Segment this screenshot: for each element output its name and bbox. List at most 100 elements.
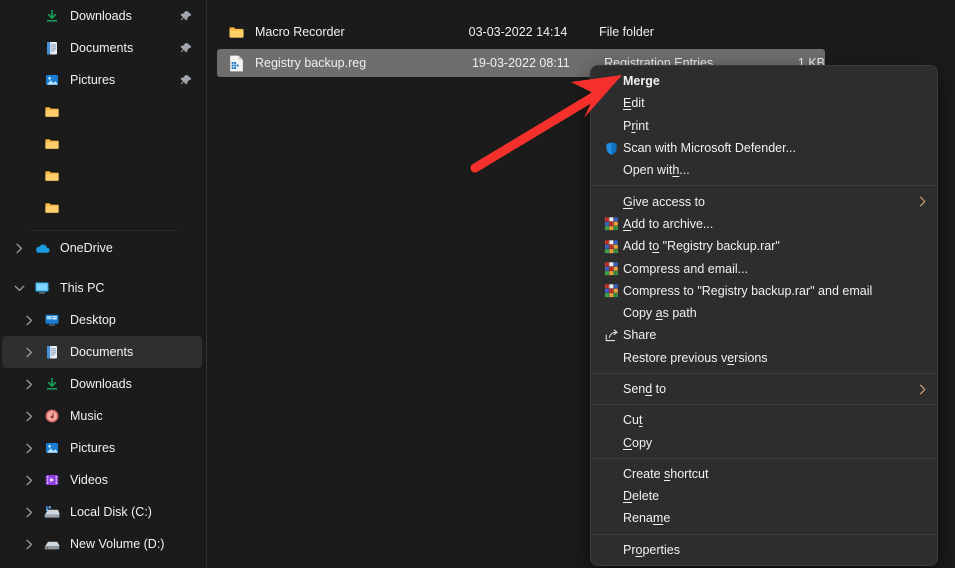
sidebar-item-quick-6[interactable] — [2, 192, 202, 224]
chevron-down-icon[interactable] — [8, 284, 30, 293]
chevron-right-icon[interactable] — [18, 443, 40, 454]
menu-item-send-to[interactable]: Send to — [591, 378, 937, 400]
chevron-right-icon[interactable] — [18, 379, 40, 390]
file-type-cell: File folder — [599, 25, 752, 39]
chevron-right-icon[interactable] — [18, 539, 40, 550]
pin-icon[interactable] — [178, 10, 194, 23]
menu-item-label: Add to archive... — [623, 217, 927, 231]
sidebar-item-documents[interactable]: Documents — [2, 336, 202, 368]
menu-separator — [592, 404, 936, 405]
menu-item-edit[interactable]: Edit — [591, 92, 937, 114]
sidebar-item-label: Downloads — [70, 9, 178, 23]
menu-item-label: Share — [623, 328, 927, 342]
desktop-icon — [40, 312, 64, 328]
music-icon — [40, 408, 64, 424]
menu-item-copy[interactable]: Copy — [591, 431, 937, 453]
file-name-cell: Registry backup.reg — [217, 54, 472, 73]
menu-item-properties[interactable]: Properties — [591, 539, 937, 561]
context-menu[interactable]: Merge Edit Print Scan with Microsoft Def… — [590, 65, 938, 566]
pictures-icon — [40, 440, 64, 456]
file-explorer-window: Downloads Documents Pictures — [0, 0, 955, 568]
sidebar-item-videos[interactable]: Videos — [2, 464, 202, 496]
sidebar-item-onedrive[interactable]: OneDrive — [2, 232, 202, 264]
sidebar-item-label: This PC — [60, 281, 196, 295]
chevron-right-icon[interactable] — [18, 507, 40, 518]
menu-item-share[interactable]: Share — [591, 324, 937, 346]
file-name-cell: Macro Recorder — [217, 24, 469, 41]
menu-item-label: Copy — [623, 436, 927, 450]
nav-separator — [30, 230, 178, 231]
navigation-pane[interactable]: Downloads Documents Pictures — [0, 0, 206, 568]
pin-icon[interactable] — [178, 42, 194, 55]
sidebar-item-label: Downloads — [70, 377, 196, 391]
menu-item-rename[interactable]: Rename — [591, 507, 937, 529]
chevron-right-icon[interactable] — [18, 411, 40, 422]
menu-item-give-access-to[interactable]: Give access to — [591, 190, 937, 212]
menu-item-label: Restore previous versions — [623, 351, 927, 365]
pin-icon[interactable] — [178, 74, 194, 87]
folder-icon — [40, 104, 64, 120]
sidebar-item-quick-2[interactable]: Pictures — [2, 64, 202, 96]
menu-item-label: Give access to — [623, 195, 913, 209]
chevron-right-icon[interactable] — [8, 243, 30, 254]
menu-item-label: Compress to "Registry backup.rar" and em… — [623, 284, 927, 298]
table-row[interactable]: Macro Recorder 03-03-2022 14:14 File fol… — [217, 18, 817, 46]
file-name-text: Registry backup.reg — [255, 56, 366, 70]
sidebar-item-label: Videos — [70, 473, 196, 487]
sidebar-item-label: Music — [70, 409, 196, 423]
menu-item-delete[interactable]: Delete — [591, 485, 937, 507]
sidebar-item-quick-0[interactable]: Downloads — [2, 0, 202, 32]
menu-item-label: Cut — [623, 413, 927, 427]
file-date-cell: 03-03-2022 14:14 — [469, 25, 599, 39]
menu-item-label: Compress and email... — [623, 262, 927, 276]
sidebar-item-pictures[interactable]: Pictures — [2, 432, 202, 464]
menu-item-open-with[interactable]: Open with... — [591, 159, 937, 181]
downloads-icon — [40, 8, 64, 24]
menu-separator — [592, 185, 936, 186]
share-icon — [599, 328, 623, 343]
sidebar-item-new-volume-d[interactable]: New Volume (D:) — [2, 528, 202, 560]
sidebar-item-local-disk-c[interactable]: Local Disk (C:) — [2, 496, 202, 528]
chevron-right-icon[interactable] — [18, 315, 40, 326]
file-list-pane[interactable]: Macro Recorder 03-03-2022 14:14 File fol… — [207, 0, 955, 568]
sidebar-item-this-pc[interactable]: This PC — [2, 272, 202, 304]
sidebar-item-label: Documents — [70, 41, 178, 55]
menu-item-scan-with-microsoft-defender[interactable]: Scan with Microsoft Defender... — [591, 137, 937, 159]
menu-item-print[interactable]: Print — [591, 115, 937, 137]
winrar-icon — [599, 239, 623, 254]
drive-icon — [40, 536, 64, 552]
sidebar-item-label: Desktop — [70, 313, 196, 327]
navigation-pane-scroll-area[interactable]: Downloads Documents Pictures — [0, 0, 206, 568]
chevron-right-icon[interactable] — [18, 475, 40, 486]
sidebar-item-label: Local Disk (C:) — [70, 505, 196, 519]
file-name-text: Macro Recorder — [255, 25, 345, 39]
sidebar-item-label: Documents — [70, 345, 196, 359]
menu-item-label: Properties — [623, 543, 927, 557]
sidebar-item-label: Pictures — [70, 441, 196, 455]
menu-item-cut[interactable]: Cut — [591, 409, 937, 431]
menu-separator — [592, 534, 936, 535]
folder-icon — [225, 24, 247, 41]
menu-item-add-to-archive[interactable]: Add to archive... — [591, 213, 937, 235]
menu-item-restore-previous-versions[interactable]: Restore previous versions — [591, 347, 937, 369]
folder-icon — [40, 200, 64, 216]
folder-icon — [40, 136, 64, 152]
sidebar-item-quick-4[interactable] — [2, 128, 202, 160]
menu-item-compress-to-registry-backup-rar-and-[interactable]: Compress to "Registry backup.rar" and em… — [591, 280, 937, 302]
sidebar-item-quick-1[interactable]: Documents — [2, 32, 202, 64]
sidebar-item-desktop[interactable]: Desktop — [2, 304, 202, 336]
sidebar-item-downloads[interactable]: Downloads — [2, 368, 202, 400]
winrar-icon — [599, 216, 623, 231]
menu-item-create-shortcut[interactable]: Create shortcut — [591, 463, 937, 485]
sidebar-item-quick-5[interactable] — [2, 160, 202, 192]
sidebar-item-quick-3[interactable] — [2, 96, 202, 128]
menu-item-add-to-registry-backup-rar[interactable]: Add to "Registry backup.rar" — [591, 235, 937, 257]
menu-item-copy-as-path[interactable]: Copy as path — [591, 302, 937, 324]
menu-item-label: Rename — [623, 511, 927, 525]
folder-icon — [40, 168, 64, 184]
chevron-right-icon[interactable] — [18, 347, 40, 358]
sidebar-item-music[interactable]: Music — [2, 400, 202, 432]
menu-item-label: Add to "Registry backup.rar" — [623, 239, 927, 253]
menu-item-merge[interactable]: Merge — [591, 70, 937, 92]
menu-item-compress-and-email[interactable]: Compress and email... — [591, 257, 937, 279]
